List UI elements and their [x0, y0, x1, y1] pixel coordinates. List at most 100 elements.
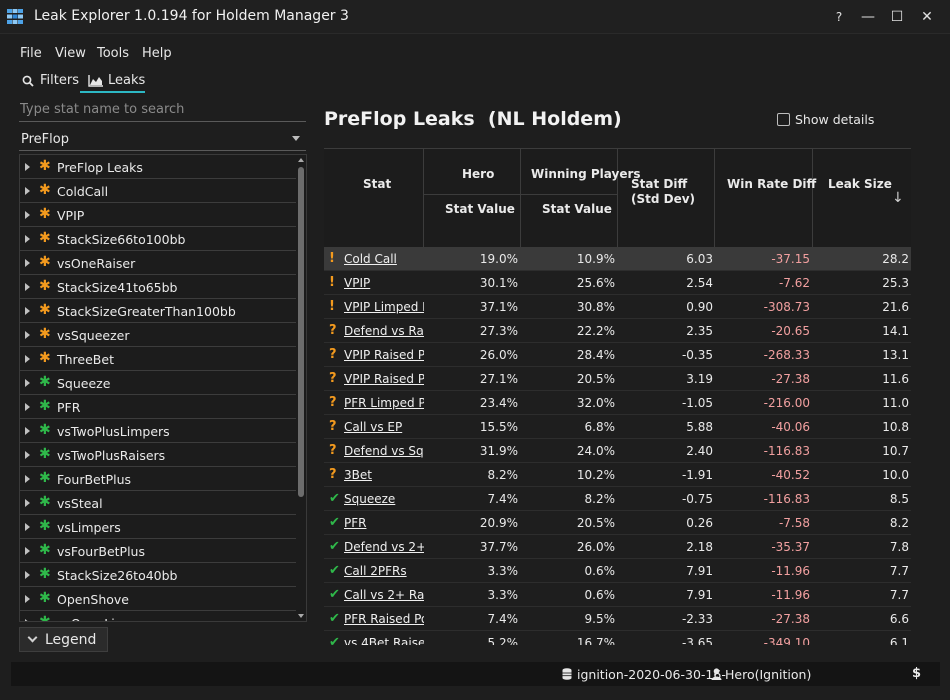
tree-item[interactable]: ✱ VPIP	[20, 203, 296, 227]
stat-name-link[interactable]: Defend vs 2+	[344, 540, 424, 554]
close-button[interactable]: ✕	[912, 0, 942, 34]
database-name[interactable]: ignition-2020-06-30-16-	[577, 667, 726, 682]
stat-name-link[interactable]: VPIP Limped Po	[344, 300, 424, 314]
column-winning-players[interactable]: Winning Players Stat Value	[521, 148, 641, 247]
column-stat[interactable]: Stat	[324, 148, 424, 247]
expand-arrow-icon[interactable]	[25, 235, 30, 243]
tree-item[interactable]: ✱ StackSize26to40bb	[20, 563, 296, 587]
tree-item[interactable]: ✱ FourBetPlus	[20, 467, 296, 491]
table-row[interactable]: ✔ PFR Raised Po 7.4% 9.5% -2.33 -27.38 6.6	[324, 607, 911, 631]
table-row[interactable]: ? VPIP Raised Po 26.0% 28.4% -0.35 -268.33 13.…	[324, 343, 911, 367]
expand-arrow-icon[interactable]	[25, 595, 30, 603]
category-dropdown[interactable]: PreFlop	[19, 127, 306, 151]
table-row[interactable]: ? VPIP Raised Po 27.1% 20.5% 3.19 -27.38 11.6	[324, 367, 911, 391]
stat-name-link[interactable]: PFR Raised Po	[344, 612, 424, 626]
table-row[interactable]: ✔ vs 4Bet Raise% 5.2% 16.7% -3.65 -349.10 6.1	[324, 631, 911, 645]
tree-item[interactable]: ✱ OpenShove	[20, 587, 296, 611]
tree-item[interactable]: ✱ StackSizeGreaterThan100bb	[20, 299, 296, 323]
maximize-button[interactable]: ☐	[882, 0, 912, 34]
tree-item[interactable]: ✱ Squeeze	[20, 371, 296, 395]
expand-arrow-icon[interactable]	[25, 211, 30, 219]
tree-scrollbar[interactable]	[296, 155, 306, 621]
tree-item[interactable]: ✱ vsLimpers	[20, 515, 296, 539]
menu-file[interactable]: File	[20, 46, 42, 61]
stat-name-link[interactable]: PFR	[344, 516, 424, 530]
tree-item[interactable]: ✱ vsOpenLimp	[20, 611, 296, 621]
tree-item[interactable]: ✱ PFR	[20, 395, 296, 419]
show-details-label[interactable]: Show details	[795, 112, 874, 127]
expand-arrow-icon[interactable]	[25, 523, 30, 531]
expand-arrow-icon[interactable]	[25, 331, 30, 339]
tree-item[interactable]: ✱ PreFlop Leaks	[20, 155, 296, 179]
help-button[interactable]: ?	[824, 0, 854, 34]
table-row[interactable]: ? PFR Limped Po 23.4% 32.0% -1.05 -216.00 11.0	[324, 391, 911, 415]
table-row[interactable]: ✔ Squeeze 7.4% 8.2% -0.75 -116.83 8.5	[324, 487, 911, 511]
stat-name-link[interactable]: Call vs EP	[344, 420, 424, 434]
table-row[interactable]: ✔ PFR 20.9% 20.5% 0.26 -7.58 8.2	[324, 511, 911, 535]
tree-item[interactable]: ✱ vsSteal	[20, 491, 296, 515]
table-row[interactable]: ? Defend vs Sque 31.9% 24.0% 2.40 -116.83 10.7	[324, 439, 911, 463]
expand-arrow-icon[interactable]	[25, 379, 30, 387]
stat-search-input[interactable]	[19, 98, 306, 122]
scroll-down-icon[interactable]	[298, 614, 304, 618]
table-row[interactable]: ✔ Call 2PFRs 3.3% 0.6% 7.91 -11.96 7.7	[324, 559, 911, 583]
expand-arrow-icon[interactable]	[25, 547, 30, 555]
expand-arrow-icon[interactable]	[25, 187, 30, 195]
column-stat-diff[interactable]: Stat Diff (Std Dev)	[618, 148, 715, 247]
column-hero[interactable]: Hero Stat Value	[424, 148, 521, 247]
tree-item[interactable]: ✱ StackSize41to65bb	[20, 275, 296, 299]
table-row[interactable]: ? Defend vs Rais 27.3% 22.2% 2.35 -20.65 14.1	[324, 319, 911, 343]
legend-button[interactable]: Legend	[19, 627, 108, 652]
minimize-button[interactable]: —	[853, 0, 883, 34]
tree-item[interactable]: ✱ vsOneRaiser	[20, 251, 296, 275]
table-row[interactable]: ✔ Call vs 2+ Rais 3.3% 0.6% 7.91 -11.96 7.7	[324, 583, 911, 607]
table-row[interactable]: ! Cold Call 19.0% 10.9% 6.03 -37.15 28.2	[324, 247, 911, 271]
tree-item[interactable]: ✱ vsSqueezer	[20, 323, 296, 347]
show-details-checkbox[interactable]	[777, 113, 790, 126]
tree-item[interactable]: ✱ ThreeBet	[20, 347, 296, 371]
expand-arrow-icon[interactable]	[25, 427, 30, 435]
tree-item[interactable]: ✱ vsTwoPlusLimpers	[20, 419, 296, 443]
table-row[interactable]: ? Call vs EP 15.5% 6.8% 5.88 -40.06 10.8	[324, 415, 911, 439]
stat-name-link[interactable]: Squeeze	[344, 492, 424, 506]
expand-arrow-icon[interactable]	[25, 283, 30, 291]
menu-view[interactable]: View	[55, 46, 86, 61]
stat-name-link[interactable]: Defend vs Rais	[344, 324, 424, 338]
table-row[interactable]: ✔ Defend vs 2+ 37.7% 26.0% 2.18 -35.37 7.8	[324, 535, 911, 559]
table-row[interactable]: ! VPIP Limped Po 37.1% 30.8% 0.90 -308.73 21.6	[324, 295, 911, 319]
menu-help[interactable]: Help	[142, 46, 172, 61]
expand-arrow-icon[interactable]	[25, 475, 30, 483]
stat-name-link[interactable]: VPIP	[344, 276, 424, 290]
stat-name-link[interactable]: Defend vs Sque	[344, 444, 424, 458]
stat-name-link[interactable]: vs 4Bet Raise%	[344, 636, 424, 645]
tree-item[interactable]: ✱ vsTwoPlusRaisers	[20, 443, 296, 467]
table-row[interactable]: ? 3Bet 8.2% 10.2% -1.91 -40.52 10.0	[324, 463, 911, 487]
expand-arrow-icon[interactable]	[25, 403, 30, 411]
expand-arrow-icon[interactable]	[25, 259, 30, 267]
stat-name-link[interactable]: 3Bet	[344, 468, 424, 482]
table-row[interactable]: ! VPIP 30.1% 25.6% 2.54 -7.62 25.3	[324, 271, 911, 295]
expand-arrow-icon[interactable]	[25, 307, 30, 315]
expand-arrow-icon[interactable]	[25, 451, 30, 459]
stat-name-link[interactable]: Cold Call	[344, 252, 424, 266]
expand-arrow-icon[interactable]	[25, 499, 30, 507]
tree-item[interactable]: ✱ ColdCall	[20, 179, 296, 203]
sort-descending-icon: ↓	[892, 190, 904, 206]
tree-item[interactable]: ✱ vsFourBetPlus	[20, 539, 296, 563]
stat-name-link[interactable]: VPIP Raised Po	[344, 348, 424, 362]
expand-arrow-icon[interactable]	[25, 619, 30, 621]
scroll-up-icon[interactable]	[298, 158, 304, 162]
tree-item[interactable]: ✱ StackSize66to100bb	[20, 227, 296, 251]
stat-name-link[interactable]: Call 2PFRs	[344, 564, 424, 578]
menu-tools[interactable]: Tools	[97, 46, 129, 61]
player-name[interactable]: Hero(Ignition)	[725, 667, 811, 682]
expand-arrow-icon[interactable]	[25, 355, 30, 363]
stat-name-link[interactable]: VPIP Raised Po	[344, 372, 424, 386]
expand-arrow-icon[interactable]	[25, 163, 30, 171]
stat-name-link[interactable]: PFR Limped Po	[344, 396, 424, 410]
scroll-thumb[interactable]	[298, 167, 304, 497]
currency-dollar-icon[interactable]: $	[912, 666, 921, 681]
stat-name-link[interactable]: Call vs 2+ Rais	[344, 588, 424, 602]
column-win-rate-diff[interactable]: Win Rate Diff	[715, 148, 816, 247]
expand-arrow-icon[interactable]	[25, 571, 30, 579]
